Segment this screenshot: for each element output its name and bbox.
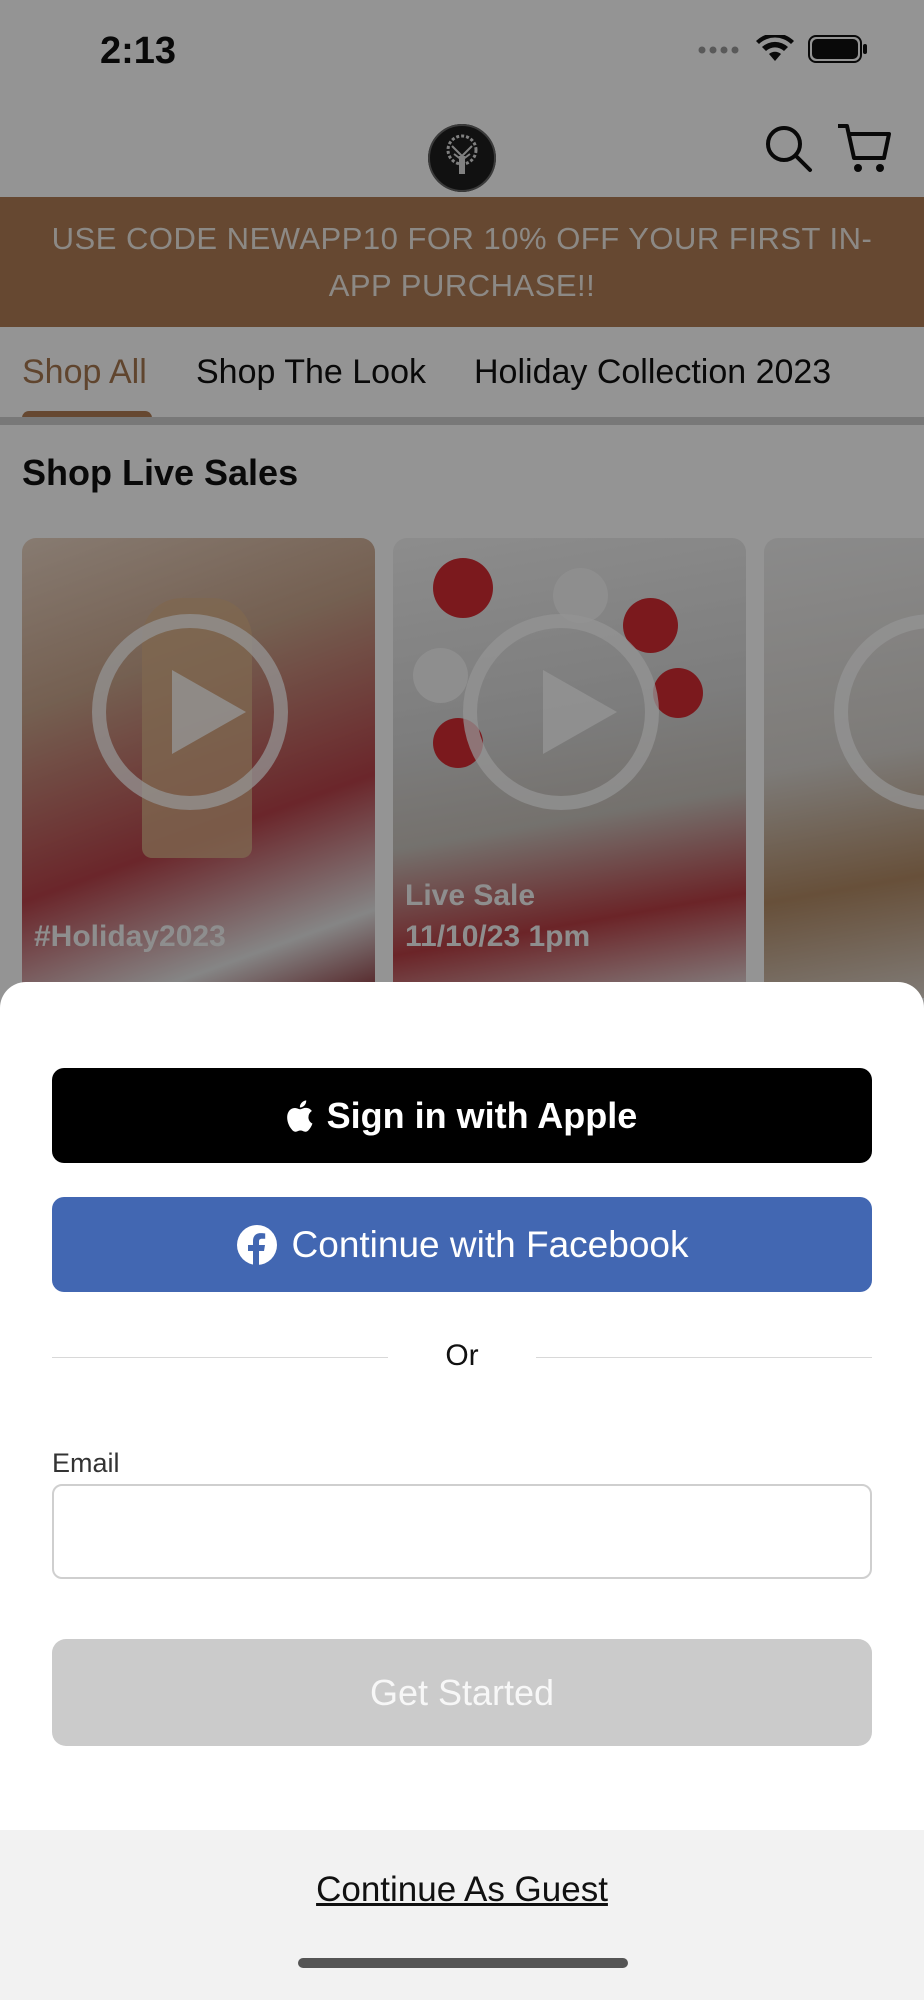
guest-footer: Continue As Guest <box>0 1830 924 2000</box>
email-label: Email <box>52 1448 120 1478</box>
sign-in-sheet: Sign in with Apple Continue with Faceboo… <box>0 982 924 2000</box>
apple-icon <box>286 1099 313 1132</box>
home-indicator[interactable] <box>298 1958 628 1968</box>
continue-as-guest-link[interactable]: Continue As Guest <box>0 1870 924 1910</box>
app-screen: 2:13 USE CODE NEWAPP10 FOR 10% OFF YOUR … <box>0 0 924 2000</box>
get-started-button[interactable]: Get Started <box>52 1639 872 1746</box>
apple-button-label: Sign in with Apple <box>326 1094 638 1136</box>
divider-line-right <box>536 1357 872 1358</box>
email-field[interactable] <box>52 1484 872 1579</box>
continue-with-facebook-button[interactable]: Continue with Facebook <box>52 1197 872 1292</box>
sign-in-with-apple-button[interactable]: Sign in with Apple <box>52 1068 872 1163</box>
facebook-button-label: Continue with Facebook <box>291 1223 689 1265</box>
or-divider: Or <box>52 1337 872 1377</box>
divider-text: Or <box>445 1339 479 1372</box>
facebook-icon <box>236 1224 278 1266</box>
